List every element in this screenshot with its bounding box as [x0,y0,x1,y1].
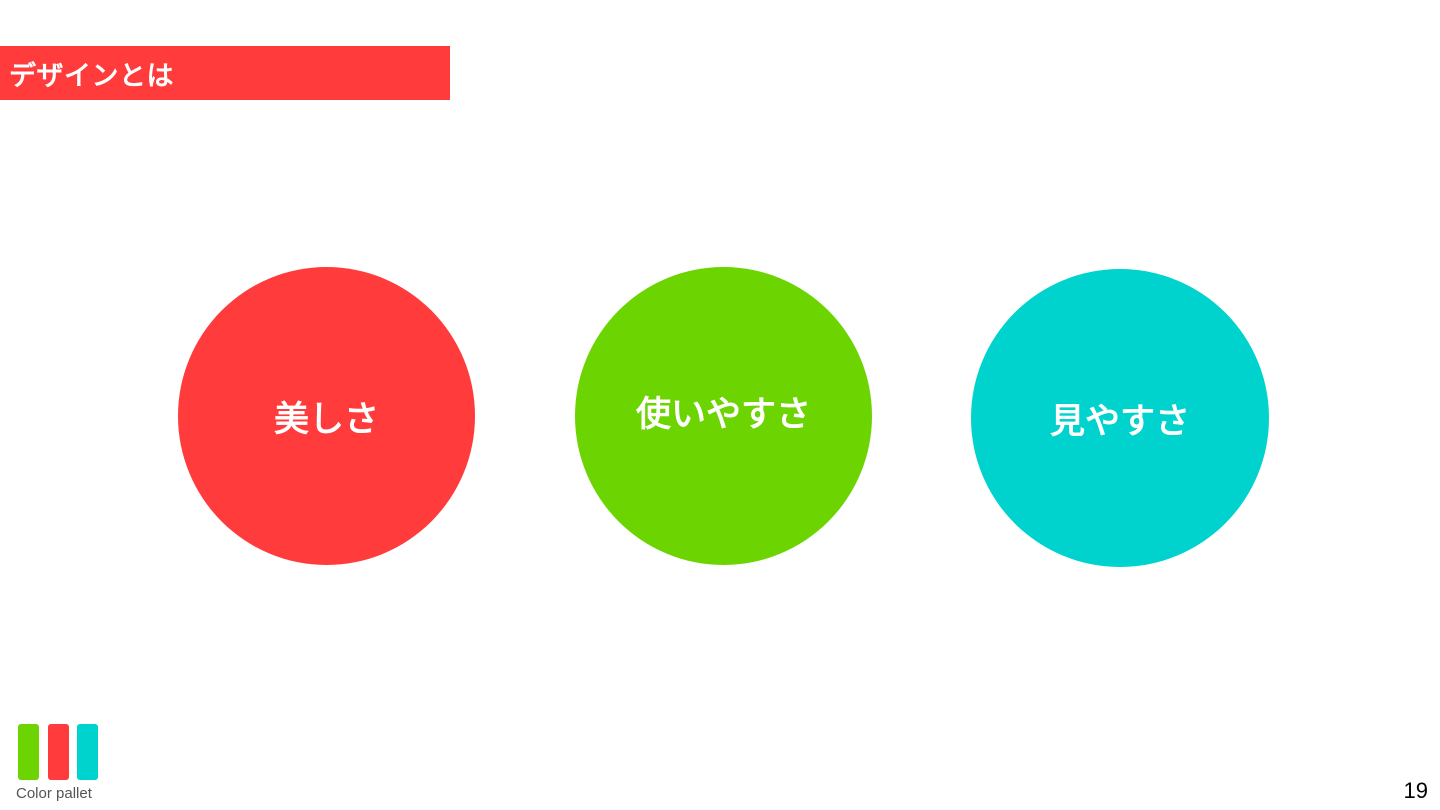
circle-beauty-label: 美しさ [273,399,379,440]
circle-visibility-label: 見やすさ [1049,401,1190,442]
palette-swatch-cyan [77,724,98,780]
circle-visibility: 見やすさ [971,269,1269,567]
circle-usability-label: 使いやすさ [635,394,811,435]
slide-title: デザインとは [9,60,174,92]
slide: デザインとは 美しさ 使いやすさ 見やすさ Color pallet 19 [0,0,1440,810]
circle-beauty: 美しさ [178,267,475,565]
page-number: 19 [1403,778,1428,803]
title-bar: デザインとは [0,46,450,100]
palette-swatch-green [18,724,39,780]
circle-usability: 使いやすさ [575,267,872,565]
color-palette: Color pallet [16,724,108,804]
palette-label: Color pallet [16,785,92,802]
palette-swatch-red [48,724,69,780]
